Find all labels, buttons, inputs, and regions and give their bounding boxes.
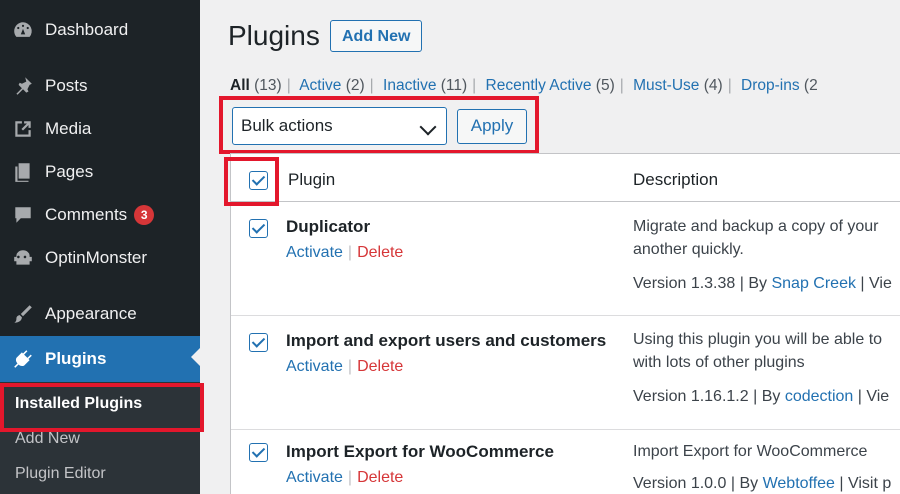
menu-item-appearance[interactable]: Appearance — [0, 294, 200, 334]
paintbrush-icon — [10, 303, 36, 325]
menu-item-pages[interactable]: Pages — [0, 152, 200, 192]
delete-link[interactable]: Delete — [357, 244, 403, 261]
plugin-icon — [10, 348, 36, 370]
delete-link[interactable]: Delete — [357, 358, 403, 375]
row-actions: Activate | Delete — [286, 469, 404, 486]
highlight-bulk-actions — [219, 96, 539, 154]
filter-must-use[interactable]: Must-Use (4) — [633, 77, 723, 94]
menu-label: Plugins — [45, 349, 107, 368]
plugin-version-meta: Version 1.3.38 | By Snap Creek | Vie — [633, 275, 892, 292]
table-row: Import Export for WooCommerce Activate | D… — [231, 430, 900, 494]
table-row: Duplicator Activate | Delete Migrate and b… — [231, 202, 900, 316]
filter-active[interactable]: Active (2) — [299, 77, 364, 94]
plugin-name: Duplicator — [286, 217, 371, 236]
row-checkbox[interactable] — [249, 333, 268, 352]
plugin-name: Import Export for WooCommerce — [286, 442, 554, 461]
plugin-version-meta: Version 1.16.1.2 | By codection | Vie — [633, 388, 890, 405]
menu-label: Posts — [45, 76, 88, 95]
author-link[interactable]: codection — [785, 388, 854, 405]
filter-all[interactable]: All (13) — [230, 77, 282, 94]
submenu-plugin-editor[interactable]: Plugin Editor — [15, 465, 106, 483]
submenu-add-new[interactable]: Add New — [15, 430, 80, 448]
delete-link[interactable]: Delete — [357, 469, 403, 486]
table-header: Plugin Description — [231, 154, 900, 202]
plugin-version-meta: Version 1.0.0 | By Webtoffee | Visit p — [633, 475, 892, 492]
admin-sidebar: Dashboard Posts Media Pages Comments 3 O… — [0, 0, 204, 494]
current-menu-arrow — [191, 348, 200, 366]
filter-drop-ins[interactable]: Drop-ins (2 — [741, 77, 818, 94]
filter-recently-active[interactable]: Recently Active (5) — [486, 77, 615, 94]
row-actions: Activate | Delete — [286, 358, 404, 375]
pin-icon — [10, 75, 36, 97]
menu-item-media[interactable]: Media — [0, 109, 200, 149]
table-row: Import and export users and customers Ac… — [231, 316, 900, 430]
row-checkbox[interactable] — [249, 219, 268, 238]
menu-label: Pages — [45, 162, 94, 181]
plugin-description: Migrate and backup a copy of your anothe… — [633, 218, 879, 258]
menu-item-comments[interactable]: Comments 3 — [0, 195, 200, 235]
activate-link[interactable]: Activate — [286, 469, 343, 486]
activate-link[interactable]: Activate — [286, 244, 343, 261]
menu-label: Appearance — [45, 304, 137, 323]
activate-link[interactable]: Activate — [286, 358, 343, 375]
plugin-status-filters: All (13) | Active (2) | Inactive (11) | Rec… — [230, 77, 818, 94]
media-icon — [10, 118, 36, 140]
main-content: Plugins Add New All (13) | Active (2) | In… — [200, 0, 900, 494]
plugin-description: Import Export for WooCommerce — [633, 443, 868, 460]
column-header-description: Description — [633, 170, 719, 189]
plugin-name: Import and export users and customers — [286, 331, 607, 350]
comment-count-badge: 3 — [134, 205, 155, 225]
column-header-plugin: Plugin — [288, 170, 336, 189]
menu-label: Dashboard — [45, 20, 129, 39]
highlight-installed-plugins — [0, 383, 204, 432]
pages-icon — [10, 161, 36, 183]
filter-inactive[interactable]: Inactive (11) — [383, 77, 467, 94]
author-link[interactable]: Webtoffee — [763, 475, 835, 492]
menu-label: Comments — [45, 205, 128, 224]
menu-item-posts[interactable]: Posts — [0, 66, 200, 106]
plugins-table: Plugin Description Duplicator Activate | D… — [230, 153, 900, 494]
row-actions: Activate | Delete — [286, 244, 404, 261]
author-link[interactable]: Snap Creek — [771, 275, 856, 292]
highlight-select-all — [224, 157, 279, 206]
menu-item-dashboard[interactable]: Dashboard — [0, 10, 200, 50]
row-checkbox[interactable] — [249, 443, 268, 462]
menu-item-optinmonster[interactable]: OptinMonster — [0, 238, 200, 278]
menu-item-plugins[interactable]: Plugins — [0, 336, 200, 382]
comment-icon — [10, 204, 36, 226]
dashboard-icon — [10, 19, 36, 41]
page-title: Plugins — [228, 20, 320, 51]
menu-label: Media — [45, 119, 92, 138]
add-new-button[interactable]: Add New — [330, 20, 423, 52]
menu-label: OptinMonster — [45, 248, 148, 267]
plugin-description: Using this plugin you will be able to wi… — [633, 331, 883, 371]
monster-icon — [10, 247, 36, 269]
